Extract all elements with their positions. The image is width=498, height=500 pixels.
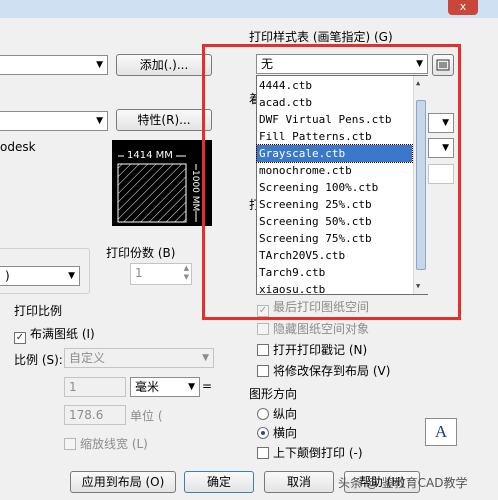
scale-value-input-1[interactable]: 1 — [64, 377, 126, 397]
plot-style-dropdown-list: 4444.ctb acad.ctb DWF Virtual Pens.ctb Fill… — [256, 75, 428, 298]
chevron-down-icon: ▼ — [68, 271, 75, 281]
plot-area-select[interactable]: ) ▼ — [0, 266, 80, 286]
chevron-down-icon: ▼ — [442, 118, 449, 128]
ok-button[interactable]: 确定 — [184, 471, 254, 493]
title-bar — [0, 0, 498, 18]
chevron-down-icon: ▼ — [96, 116, 103, 126]
dropdown-option[interactable]: xiaosu.ctb — [257, 281, 412, 298]
edit-style-icon — [436, 59, 450, 70]
edit-plot-style-button[interactable] — [432, 54, 454, 76]
preview-height-label: 1000 MM — [190, 170, 200, 212]
landscape-radio[interactable]: 横向 — [257, 424, 297, 441]
scrollbar-thumb[interactable] — [416, 100, 426, 270]
dropdown-option[interactable]: Tarch9.ctb — [257, 264, 412, 281]
checkbox-unchecked-icon — [257, 447, 269, 459]
plot-paperspace-last-checkbox[interactable]: ✓ 最后打印图纸空间 — [257, 298, 369, 317]
chevron-down-icon: ▼ — [202, 353, 209, 363]
scale-value-input-2[interactable]: 178.6 — [64, 405, 126, 425]
equals-sign: = — [202, 379, 213, 393]
checkbox-unchecked-icon — [257, 323, 269, 335]
scale-lineweights-label: 缩放线宽 (L) — [80, 437, 148, 451]
cancel-button[interactable]: 取消 — [264, 471, 334, 493]
chevron-down-icon: ▼ — [442, 143, 449, 153]
spin-arrows-icon: ▲ ▼ — [183, 264, 189, 281]
plotter-select[interactable]: ▼ — [0, 111, 108, 131]
paper-preview: 1414 MM 1000 MM — [112, 140, 212, 226]
plot-style-table-select[interactable]: 无 ▼ — [256, 54, 428, 74]
dropdown-scrollbar[interactable]: ▲ ▼ — [413, 76, 428, 294]
fit-to-paper-label: 布满图纸 (I) — [30, 327, 95, 341]
dropdown-option[interactable]: 4444.ctb — [257, 77, 412, 94]
dropdown-option[interactable]: DWF Virtual Pens.ctb — [257, 111, 412, 128]
dropdown-option[interactable]: TArch20V5.ctb — [257, 247, 412, 264]
apply-to-layout-button[interactable]: 应用到布局 (O) — [70, 471, 176, 493]
plot-style-table-label: 打印样式表 (画笔指定) (G) — [249, 30, 393, 44]
scale-select[interactable]: 自定义 ▼ — [64, 348, 214, 368]
portrait-radio[interactable]: 纵向 — [257, 405, 297, 422]
checkbox-checked-icon: ✓ — [14, 332, 26, 344]
printer-name-select[interactable]: ▼ — [0, 55, 108, 75]
plotter-text: odesk — [0, 140, 36, 154]
dropdown-items: 4444.ctb acad.ctb DWF Virtual Pens.ctb Fill… — [256, 77, 413, 298]
unit-select[interactable]: 毫米 ▼ — [130, 377, 200, 397]
hide-paperspace-checkbox[interactable]: 隐藏图纸空间对象 — [257, 320, 369, 337]
dropdown-option[interactable]: acad.ctb — [257, 94, 412, 111]
preview-width-label: 1414 MM — [124, 150, 176, 161]
copies-stepper[interactable]: 1 ▲ ▼ — [130, 263, 192, 285]
scroll-up-icon[interactable]: ▲ — [416, 79, 420, 87]
dropdown-option[interactable]: Fill Patterns.ctb — [257, 128, 412, 145]
plot-stamp-checkbox[interactable]: 打开打印戳记 (N) — [257, 341, 367, 358]
dropdown-option[interactable]: monochrome.ctb — [257, 162, 412, 179]
scroll-down-icon[interactable]: ▼ — [416, 282, 420, 290]
plot-paperspace-last-label: 最后打印图纸空间 — [273, 300, 370, 314]
scale-value: 自定义 — [69, 351, 106, 365]
plot-style-selected-value: 无 — [261, 57, 274, 71]
checkbox-unchecked-icon — [257, 344, 269, 356]
scale-value-2: 178.6 — [69, 408, 104, 422]
scale-value-1: 1 — [69, 380, 77, 394]
quality-select[interactable]: ▼ — [428, 138, 454, 158]
close-button[interactable]: x — [448, 0, 478, 15]
dropdown-option[interactable]: Screening 50%.ctb — [257, 213, 412, 230]
copies-label: 打印份数 (B) — [106, 246, 176, 260]
hide-paperspace-label: 隐藏图纸空间对象 — [273, 322, 370, 336]
checkbox-unchecked-icon — [257, 365, 269, 377]
add-button[interactable]: 添加(.)... — [116, 54, 212, 76]
properties-button[interactable]: 特性(R)... — [116, 109, 212, 131]
unit-value: 毫米 — [135, 380, 160, 394]
upside-down-checkbox[interactable]: 上下颠倒打印 (-) — [257, 444, 363, 461]
radio-unselected-icon — [257, 408, 269, 420]
orientation-label: 图形方向 — [249, 387, 298, 401]
radio-selected-icon — [257, 427, 269, 439]
save-changes-label: 将修改保存到布局 (V) — [273, 364, 391, 378]
checkbox-checked-icon: ✓ — [257, 305, 269, 317]
scale-section-label: 打印比例 — [14, 304, 63, 318]
dropdown-option[interactable]: Screening 75%.ctb — [257, 230, 412, 247]
dropdown-option[interactable]: Screening 100%.ctb — [257, 179, 412, 196]
checkbox-unchecked-icon — [64, 438, 76, 450]
watermark-text: 头条 @ 鉴教育CAD教学 — [338, 476, 468, 490]
dpi-input[interactable] — [428, 164, 454, 184]
plot-stamp-label: 打开打印戳记 (N) — [273, 343, 368, 357]
unit-label: 单位 ( — [130, 409, 163, 423]
orientation-preview-icon: A — [425, 418, 457, 446]
chevron-down-icon: ▼ — [96, 60, 103, 70]
scale-label: 比例 (S): — [14, 353, 63, 367]
chevron-down-icon: ▼ — [188, 382, 195, 392]
shade-plot-select[interactable]: ▼ — [428, 113, 454, 133]
save-changes-checkbox[interactable]: 将修改保存到布局 (V) — [257, 362, 390, 379]
dropdown-option[interactable]: Screening 25%.ctb — [257, 196, 412, 213]
chevron-down-icon: ▼ — [416, 59, 423, 69]
portrait-label: 纵向 — [273, 407, 298, 421]
copies-value: 1 — [135, 266, 143, 280]
landscape-label: 横向 — [273, 426, 298, 440]
upside-down-label: 上下颠倒打印 (-) — [273, 446, 363, 460]
scale-lineweights-checkbox[interactable]: 缩放线宽 (L) — [64, 435, 148, 452]
dropdown-option[interactable]: Grayscale.ctb — [256, 144, 413, 163]
fit-to-paper-checkbox[interactable]: ✓ 布满图纸 (I) — [14, 325, 95, 344]
